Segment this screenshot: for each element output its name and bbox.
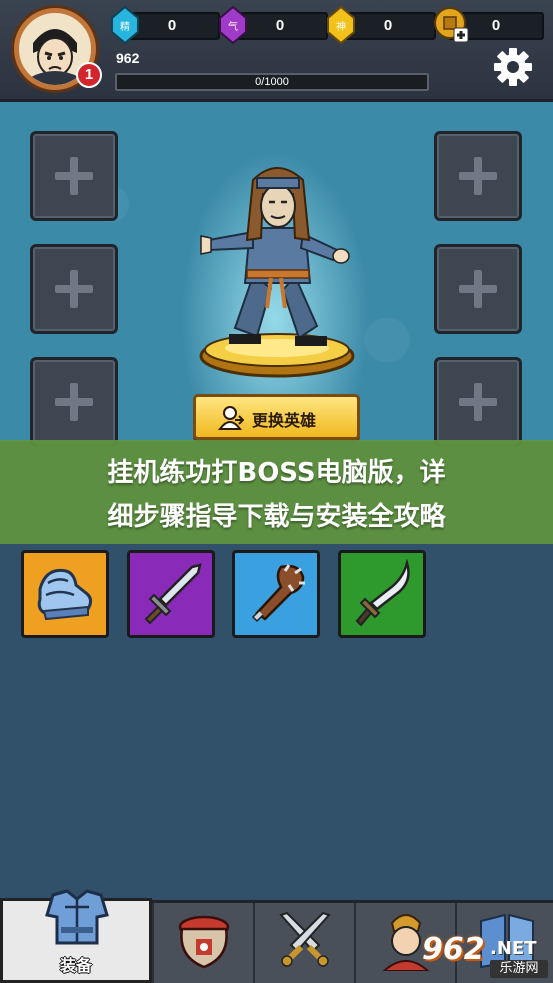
sword-icon [144,563,202,625]
experience-value: 962 [116,50,140,66]
resource-qi-label: 气 [228,20,238,33]
experience-bar: 0/1000 [115,73,429,91]
plus-icon [55,383,93,421]
wine-jar-icon [178,915,230,969]
equipment-slot-boots[interactable] [21,550,109,638]
equipment-slot-sword[interactable] [127,550,215,638]
hero-character[interactable] [195,158,360,383]
nav-tab-battle[interactable] [253,903,354,983]
gear-icon[interactable] [491,45,535,89]
cyan-gem-icon: 精 [111,6,139,44]
boots-icon [37,568,93,621]
watermark-number: 962 [422,932,485,967]
sabre-icon [355,559,410,627]
plus-icon [459,157,497,195]
yellow-gem-icon: 神 [327,6,355,44]
plus-icon [459,383,497,421]
resource-jing-label: 精 [120,20,130,33]
hero-slot-right-2[interactable] [434,244,522,334]
top-bar: 1 0 精 0 气 0 神 0 962 0/1000 [0,0,553,102]
crossed-swords-icon [279,911,331,967]
level-badge: 1 [76,62,102,88]
experience-bar-label: 0/1000 [255,76,289,88]
armor-icon [45,889,109,945]
hero-slot-left-2[interactable] [30,244,118,334]
swap-hero-icon [218,406,244,430]
banner-line-2: 细步骤指导下载与安装全攻略 [107,502,446,532]
title-banner-overlay: 挂机练功打BOSS电脑版，详 细步骤指导下载与安装全攻略 [0,440,553,544]
nav-tab-wine[interactable] [152,903,253,983]
site-watermark-logo: 962 .NET 乐游网 [418,932,550,980]
plus-icon [55,270,93,308]
watermark-site-name: 乐游网 [490,960,548,978]
hero-slot-left-1[interactable] [30,131,118,221]
purple-gem-icon: 气 [219,6,247,44]
club-icon [251,564,305,623]
watermark-net: .NET [490,938,537,959]
plus-icon [459,270,497,308]
resource-shen-label: 神 [336,20,346,33]
coin-add-icon[interactable] [432,6,470,44]
hero-slot-right-3[interactable] [434,357,522,447]
nav-tab-equipment[interactable]: 装备 [0,889,152,983]
hero-slot-left-3[interactable] [30,357,118,447]
hero-slot-right-1[interactable] [434,131,522,221]
equipment-slot-sabre[interactable] [338,550,426,638]
change-hero-button[interactable]: 更换英雄 [193,394,360,440]
equipment-slot-club[interactable] [232,550,320,638]
banner-line-1: 挂机练功打BOSS电脑版，详 [107,458,446,488]
plus-icon [55,157,93,195]
nav-tab-equipment-label: 装备 [59,956,92,975]
change-hero-label: 更换英雄 [252,411,317,430]
